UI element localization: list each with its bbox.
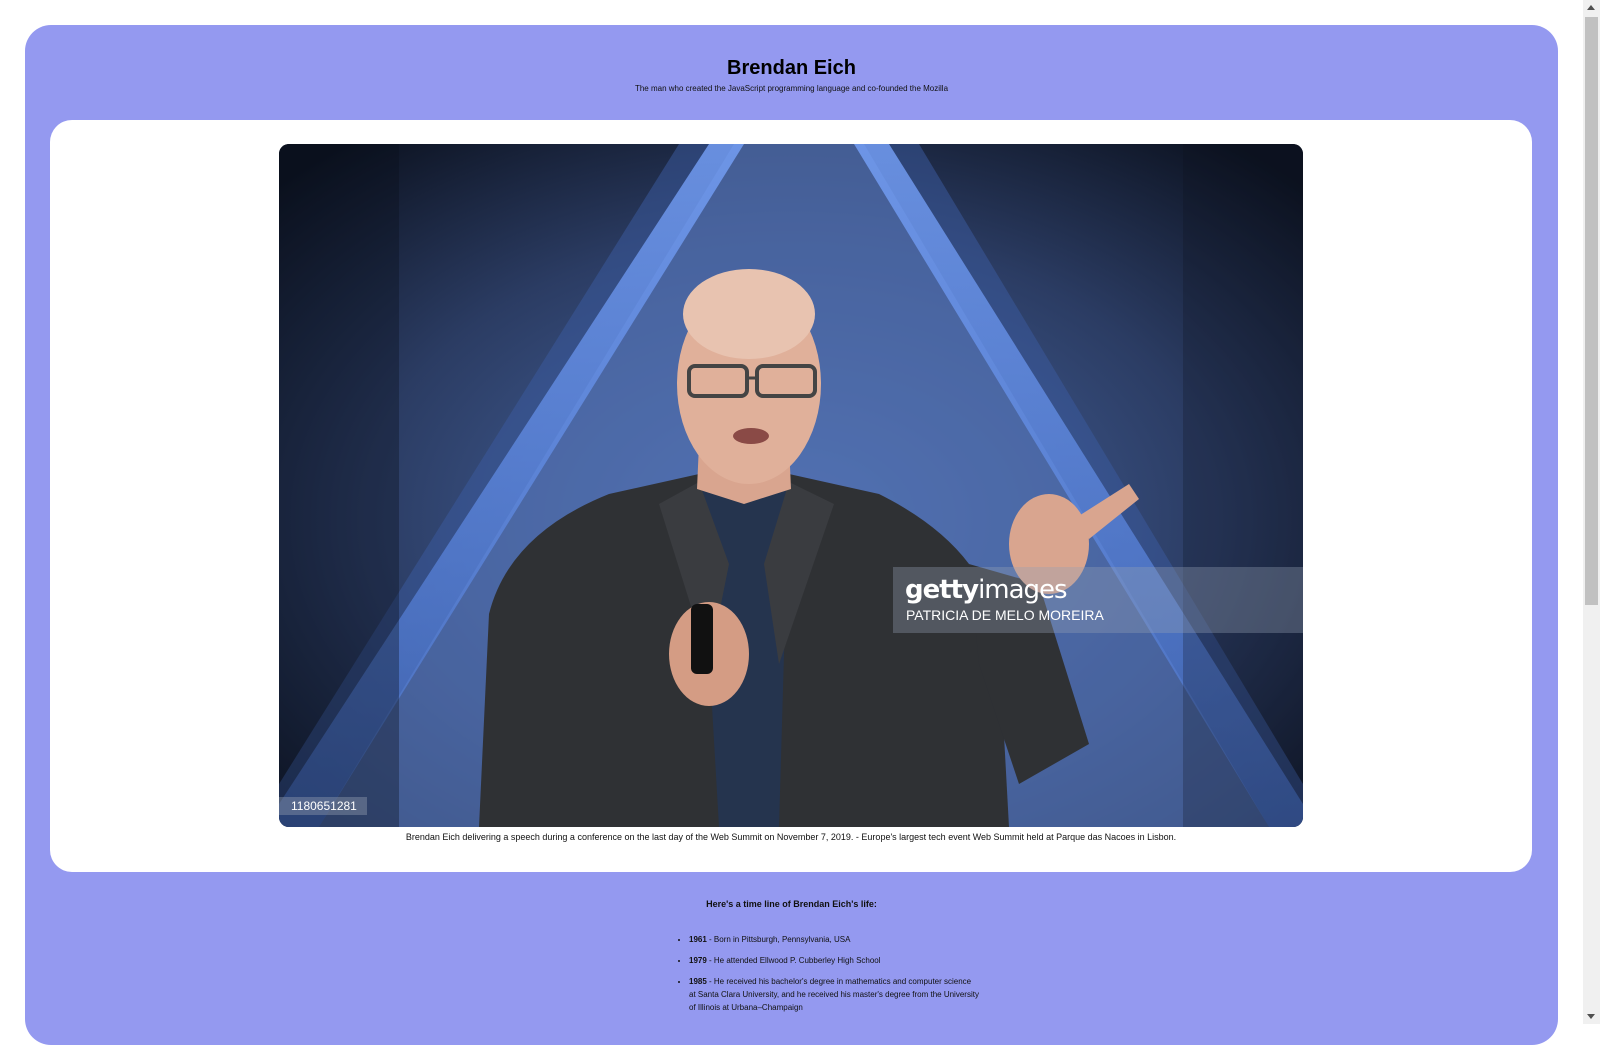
scroll-thumb[interactable] bbox=[1585, 17, 1598, 605]
scroll-down-arrow-icon[interactable] bbox=[1587, 1014, 1595, 1019]
timeline-item: 1979 - He attended Ellwood P. Cubberley … bbox=[689, 954, 979, 967]
timeline-list: 1961 - Born in Pittsburgh, Pennsylvania,… bbox=[673, 933, 979, 1022]
timeline-heading: Here's a time line of Brendan Eich's lif… bbox=[706, 899, 877, 909]
photo-card: gettyimages PATRICIA DE MELO MOREIRA 118… bbox=[50, 120, 1532, 872]
image-id-label: 1180651281 bbox=[279, 797, 367, 815]
photo-credit: PATRICIA DE MELO MOREIRA bbox=[906, 607, 1104, 623]
timeline-item: 1985 - He received his bachelor's degree… bbox=[689, 975, 979, 1014]
page-title: Brendan Eich bbox=[727, 57, 856, 79]
photo-caption: Brendan Eich delivering a speech during … bbox=[405, 832, 1177, 842]
vertical-scrollbar[interactable] bbox=[1583, 0, 1600, 1024]
speaker-photo: gettyimages PATRICIA DE MELO MOREIRA 118… bbox=[279, 144, 1303, 827]
page-container: Brendan Eich The man who created the Jav… bbox=[25, 25, 1558, 1045]
photo-illustration bbox=[279, 144, 1303, 827]
getty-logo: gettyimages bbox=[905, 575, 1068, 605]
scroll-up-arrow-icon[interactable] bbox=[1587, 5, 1595, 10]
getty-watermark: gettyimages PATRICIA DE MELO MOREIRA bbox=[893, 567, 1303, 633]
page-subtitle: The man who created the JavaScript progr… bbox=[634, 84, 949, 93]
timeline-item: 1961 - Born in Pittsburgh, Pennsylvania,… bbox=[689, 933, 979, 946]
